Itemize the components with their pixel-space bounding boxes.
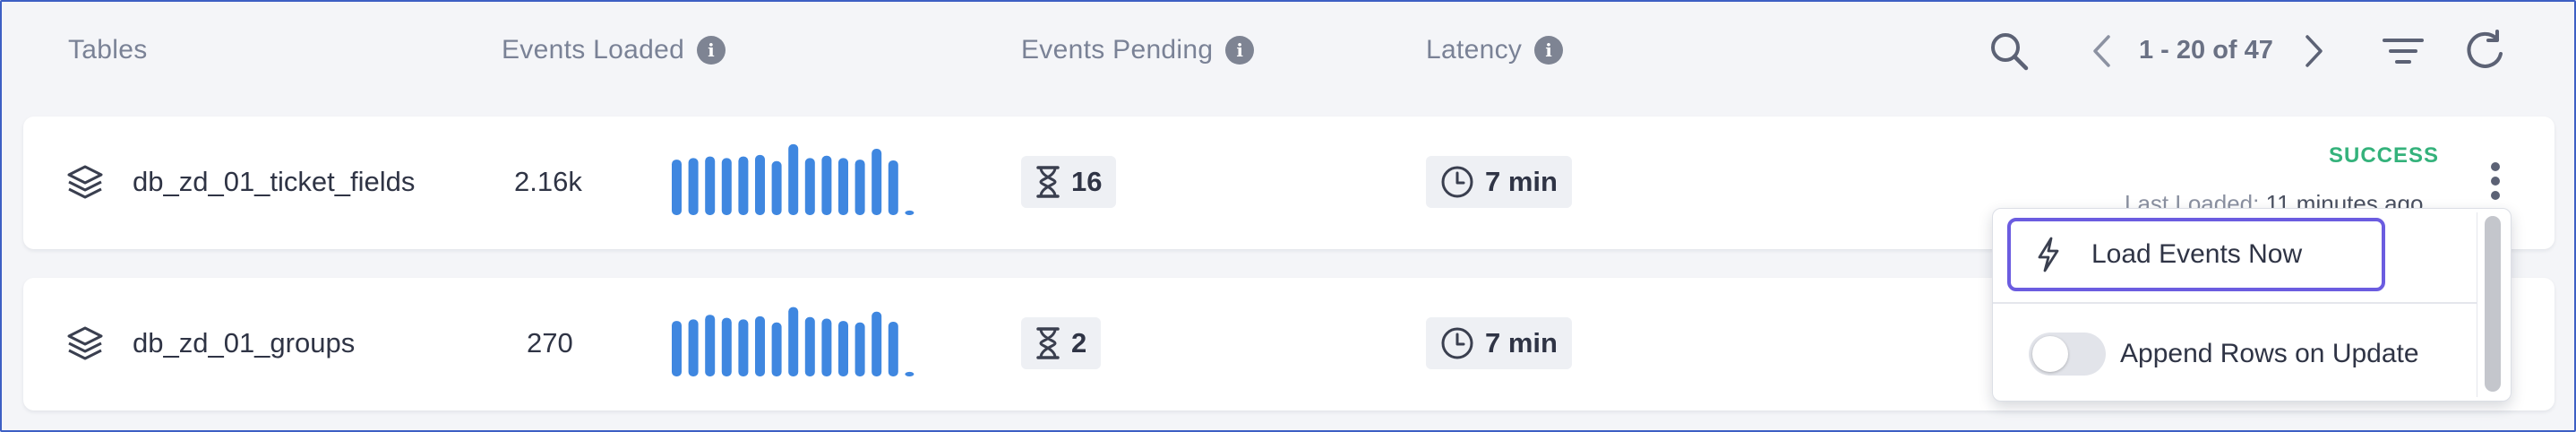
latency-value: 7 min xyxy=(1485,327,1558,359)
header-events-pending[interactable]: Events Pending i xyxy=(1021,30,1255,70)
sparkline-bar xyxy=(872,311,882,376)
kebab-menu-icon xyxy=(2491,162,2500,200)
table-name-cell: db_zd_01_groups xyxy=(66,321,355,366)
sparkline-bar xyxy=(821,155,832,215)
search-icon xyxy=(1991,33,2029,71)
sparkline-bar xyxy=(905,210,914,215)
header-events-loaded-label: Events Loaded xyxy=(502,35,685,65)
latency-badge: 7 min xyxy=(1426,156,1572,208)
sparkline-bar xyxy=(771,322,782,376)
events-loaded-count: 270 xyxy=(527,327,573,359)
sparkline-bar xyxy=(838,158,848,215)
sparkline-bar xyxy=(721,158,732,215)
toggle-knob xyxy=(2032,336,2068,372)
header-tables[interactable]: Tables xyxy=(68,30,148,70)
table-name-cell: db_zd_01_ticket_fields xyxy=(66,160,415,204)
sparkline-bar xyxy=(821,318,832,376)
menu-scrollbar-thumb[interactable] xyxy=(2485,216,2501,392)
header-events-loaded[interactable]: Events Loaded i xyxy=(502,30,726,70)
sparkline-bar xyxy=(804,158,815,215)
sparkline-bar xyxy=(888,321,898,376)
sparkline-bar xyxy=(672,160,682,215)
header-tables-label: Tables xyxy=(68,35,148,65)
next-page-button[interactable] xyxy=(2297,27,2332,75)
sparkline-bar xyxy=(788,307,799,376)
events-loaded-count: 2.16k xyxy=(514,166,582,197)
table-name[interactable]: db_zd_01_groups xyxy=(133,327,355,359)
table-name[interactable]: db_zd_01_ticket_fields xyxy=(133,166,415,198)
events-pending-badge: 2 xyxy=(1021,317,1102,369)
load-events-now-label: Load Events Now xyxy=(2091,239,2303,269)
sparkline-bar xyxy=(854,322,865,376)
events-pending-value: 16 xyxy=(1071,166,1103,197)
append-rows-item[interactable]: Append Rows on Update xyxy=(2029,329,2419,379)
latency-value: 7 min xyxy=(1485,166,1558,197)
sparkline-bar xyxy=(672,321,682,376)
sparkline-bar xyxy=(872,149,882,215)
prev-page-button[interactable] xyxy=(2083,27,2119,75)
pagination-text: 1 - 20 of 47 xyxy=(2139,35,2273,65)
events-sparkline xyxy=(672,143,914,215)
sparkline-bar xyxy=(838,321,848,376)
events-sparkline xyxy=(672,307,914,376)
append-rows-label: Append Rows on Update xyxy=(2120,339,2419,368)
filter-button[interactable] xyxy=(2379,27,2427,75)
chevron-right-icon xyxy=(2306,35,2323,67)
latency-badge: 7 min xyxy=(1426,317,1572,369)
append-rows-toggle[interactable] xyxy=(2029,333,2106,376)
sparkline-bar xyxy=(755,154,765,215)
table-header: Tables Events Loaded i Events Pending i … xyxy=(2,2,2574,100)
sparkline-bar xyxy=(688,319,699,376)
search-button[interactable] xyxy=(1985,27,2033,75)
sparkline-bar xyxy=(705,156,716,215)
clock-icon xyxy=(1441,327,1473,359)
layers-icon xyxy=(67,326,103,360)
app-frame: Tables Events Loaded i Events Pending i … xyxy=(0,0,2576,432)
header-events-pending-label: Events Pending xyxy=(1021,35,1214,65)
sparkline-bar xyxy=(721,317,732,376)
layers-icon xyxy=(67,165,103,199)
refresh-button[interactable] xyxy=(2460,25,2510,75)
sparkline-bar xyxy=(705,315,716,376)
sparkline-bar xyxy=(854,160,865,215)
row-menu-button[interactable] xyxy=(2474,156,2517,206)
sparkline-bar xyxy=(788,143,799,215)
sparkline-bar xyxy=(738,319,749,376)
events-pending-badge: 16 xyxy=(1021,156,1117,208)
status-badge: SUCCESS xyxy=(2329,143,2440,168)
hourglass-icon xyxy=(1036,166,1060,198)
events-pending-value: 2 xyxy=(1071,327,1087,359)
chevron-left-icon xyxy=(2093,35,2110,67)
load-events-now-item[interactable]: Load Events Now xyxy=(2007,218,2385,291)
menu-scrollbar[interactable] xyxy=(2477,212,2510,397)
lightning-icon xyxy=(2038,237,2059,272)
sparkline-bar xyxy=(905,371,914,376)
hourglass-icon xyxy=(1036,327,1060,359)
filter-icon xyxy=(2383,39,2424,64)
refresh-icon xyxy=(2467,30,2503,68)
header-latency[interactable]: Latency i xyxy=(1426,30,1564,70)
sparkline-bar xyxy=(738,156,749,215)
sparkline-bar xyxy=(688,158,699,215)
header-latency-label: Latency xyxy=(1426,35,1523,65)
sparkline-bar xyxy=(755,315,765,376)
sparkline-bar xyxy=(804,316,815,376)
sparkline-bar xyxy=(771,160,782,215)
row-actions-menu: Load Events Now Append Rows on Update xyxy=(1992,208,2512,402)
menu-divider xyxy=(1993,302,2477,304)
info-icon[interactable]: i xyxy=(697,36,726,65)
info-icon[interactable]: i xyxy=(1534,36,1564,65)
info-icon[interactable]: i xyxy=(1225,36,1255,65)
clock-icon xyxy=(1441,166,1473,198)
sparkline-bar xyxy=(888,160,898,215)
